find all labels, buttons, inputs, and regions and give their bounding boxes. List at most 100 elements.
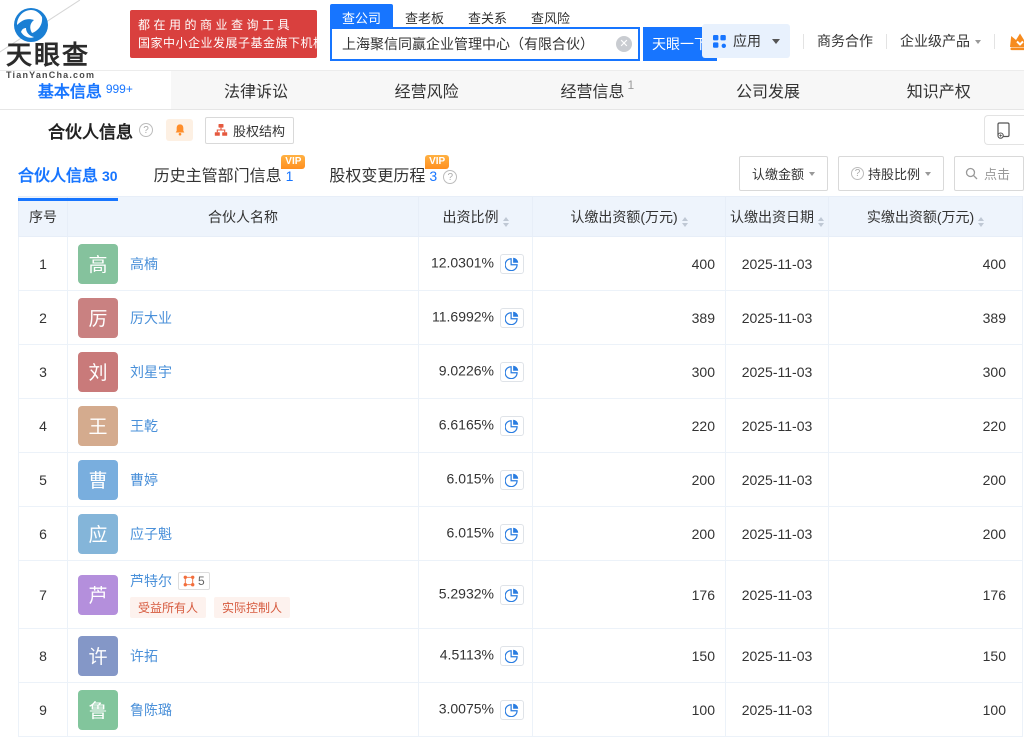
sort-icon[interactable]: [978, 217, 984, 227]
subscribed-amount-cell: 176: [533, 561, 726, 629]
help-icon[interactable]: [139, 123, 153, 137]
ratio-pie-button[interactable]: [500, 254, 524, 274]
search-tab-查关系[interactable]: 查关系: [456, 4, 519, 27]
help-icon[interactable]: [443, 170, 457, 184]
partner-name-link[interactable]: 应子魁: [130, 524, 172, 544]
search-module: 查公司查老板查关系查风险 ✕ 天眼一下: [330, 4, 717, 61]
ratio-cell: 12.0301%: [419, 237, 533, 291]
row-index: 7: [19, 561, 68, 629]
enterprise-product-dropdown[interactable]: 企业级产品: [900, 31, 981, 51]
row-index: 9: [19, 683, 68, 737]
subscribed-date-cell: 2025-11-03: [726, 237, 829, 291]
avatar: 曹: [78, 460, 118, 500]
ratio-pie-button[interactable]: [500, 416, 524, 436]
subtab-合伙人信息[interactable]: 合伙人信息30: [18, 162, 118, 201]
shareholding-ratio-filter[interactable]: 持股比例: [838, 156, 944, 191]
ratio-pie-button[interactable]: [500, 700, 524, 720]
paid-amount-cell: 300: [829, 345, 1023, 399]
search-tab-查风险[interactable]: 查风险: [519, 4, 582, 27]
partner-name-link[interactable]: 许拓: [130, 646, 158, 666]
avatar: 芦: [78, 575, 118, 615]
ratio-cell: 3.0075%: [419, 683, 533, 737]
ratio-pie-button[interactable]: [500, 524, 524, 544]
partner-name-cell: 王王乾: [68, 399, 419, 453]
subtab-count: 3VIP: [429, 168, 437, 184]
tab-label: 基本信息: [38, 78, 102, 102]
partner-name-cell: 曹曹婷: [68, 453, 419, 507]
tab-知识产权[interactable]: 知识产权: [853, 71, 1024, 109]
table-row: 2厉厉大业11.6992%3892025-11-03389: [19, 291, 1023, 345]
site-logo[interactable]: 天眼查 TianYanCha.com: [6, 6, 124, 80]
relations-count-badge[interactable]: 5: [178, 572, 210, 590]
partner-name-link[interactable]: 厉大业: [130, 308, 172, 328]
paid-amount-cell: 220: [829, 399, 1023, 453]
partner-name-link[interactable]: 芦特尔: [130, 571, 172, 591]
ratio-pie-button[interactable]: [500, 362, 524, 382]
ratio-cell: 6.6165%: [419, 399, 533, 453]
ratio-pie-button[interactable]: [500, 646, 524, 666]
sort-icon[interactable]: [503, 217, 509, 227]
partner-name-link[interactable]: 刘星宇: [130, 362, 172, 382]
search-tab-查公司[interactable]: 查公司: [330, 4, 393, 27]
subtab-股权变更历程[interactable]: 股权变更历程3VIP: [329, 162, 457, 201]
ratio-value: 11.6992%: [432, 308, 494, 324]
tab-法律诉讼[interactable]: 法律诉讼: [171, 71, 342, 109]
partner-name-cell: 鲁鲁陈璐: [68, 683, 419, 737]
business-cooperation-link[interactable]: 商务合作: [817, 31, 873, 51]
row-index: 8: [19, 629, 68, 683]
vip-crown-icon[interactable]: [1008, 30, 1024, 52]
subscribed-amount-cell: 200: [533, 507, 726, 561]
search-input[interactable]: [330, 27, 640, 61]
ratio-value: 9.0226%: [439, 362, 494, 378]
apps-dropdown[interactable]: 应用: [702, 24, 790, 58]
promo-line-2: 国家中小企业发展子基金旗下机构: [138, 34, 309, 52]
logo-brand-text: 天眼查: [6, 42, 124, 68]
column-label: 认缴出资额(万元): [570, 209, 677, 225]
paid-amount-cell: 176: [829, 561, 1023, 629]
sort-icon[interactable]: [682, 217, 688, 227]
column-出资比例[interactable]: 出资比例: [419, 197, 533, 237]
pie-chart-icon: [505, 527, 519, 541]
table-row: 9鲁鲁陈璐3.0075%1002025-11-03100: [19, 683, 1023, 737]
chevron-down-icon: [975, 40, 981, 44]
subscribed-amount-cell: 389: [533, 291, 726, 345]
ratio-pie-button[interactable]: [500, 585, 524, 605]
tab-公司发展[interactable]: 公司发展: [683, 71, 854, 109]
divider: [886, 34, 887, 49]
relations-graph-icon: [183, 575, 195, 587]
top-header: 天眼查 TianYanCha.com 都在用的商业查询工具 国家中小企业发展子基…: [0, 0, 1024, 70]
tab-经营风险[interactable]: 经营风险: [341, 71, 512, 109]
column-实缴出资额(万元)[interactable]: 实缴出资额(万元): [829, 197, 1023, 237]
report-button-partial[interactable]: [984, 115, 1024, 145]
ratio-pie-button[interactable]: [500, 308, 524, 328]
equity-structure-label: 股权结构: [233, 121, 285, 140]
row-index: 3: [19, 345, 68, 399]
table-search-box[interactable]: 点击: [954, 156, 1024, 191]
tab-label: 知识产权: [907, 78, 971, 102]
column-认缴出资额(万元)[interactable]: 认缴出资额(万元): [533, 197, 726, 237]
vip-badge: VIP: [425, 155, 449, 169]
subscribed-date-cell: 2025-11-03: [726, 561, 829, 629]
column-认缴出资日期[interactable]: 认缴出资日期: [726, 197, 829, 237]
partner-name-link[interactable]: 高楠: [130, 254, 158, 274]
ratio-pie-button[interactable]: [500, 470, 524, 490]
partner-name-link[interactable]: 王乾: [130, 416, 158, 436]
pie-chart-icon: [505, 649, 519, 663]
column-label: 合伙人名称: [208, 209, 278, 225]
equity-structure-button[interactable]: 股权结构: [205, 117, 294, 144]
subtab-历史主管部门信息[interactable]: 历史主管部门信息1VIP: [154, 162, 294, 201]
clear-search-icon[interactable]: ✕: [616, 36, 632, 52]
tab-label: 公司发展: [736, 78, 800, 102]
promo-line-1: 都在用的商业查询工具: [138, 16, 309, 34]
subscribed-amount-filter[interactable]: 认缴金额: [739, 156, 828, 191]
partner-name-link[interactable]: 鲁陈璐: [130, 700, 172, 720]
tab-经营信息[interactable]: 经营信息1: [512, 71, 683, 109]
search-tab-查老板[interactable]: 查老板: [393, 4, 456, 27]
subtab-actions: 认缴金额 持股比例 点击: [739, 156, 1024, 191]
header-row: 序号合伙人名称出资比例认缴出资额(万元)认缴出资日期实缴出资额(万元): [19, 197, 1023, 237]
sort-icon[interactable]: [818, 217, 824, 227]
partner-name-link[interactable]: 曹婷: [130, 470, 158, 490]
ratio-value: 6.015%: [447, 524, 494, 540]
subscribed-amount-cell: 300: [533, 345, 726, 399]
subscribe-bell-button[interactable]: [166, 119, 193, 141]
